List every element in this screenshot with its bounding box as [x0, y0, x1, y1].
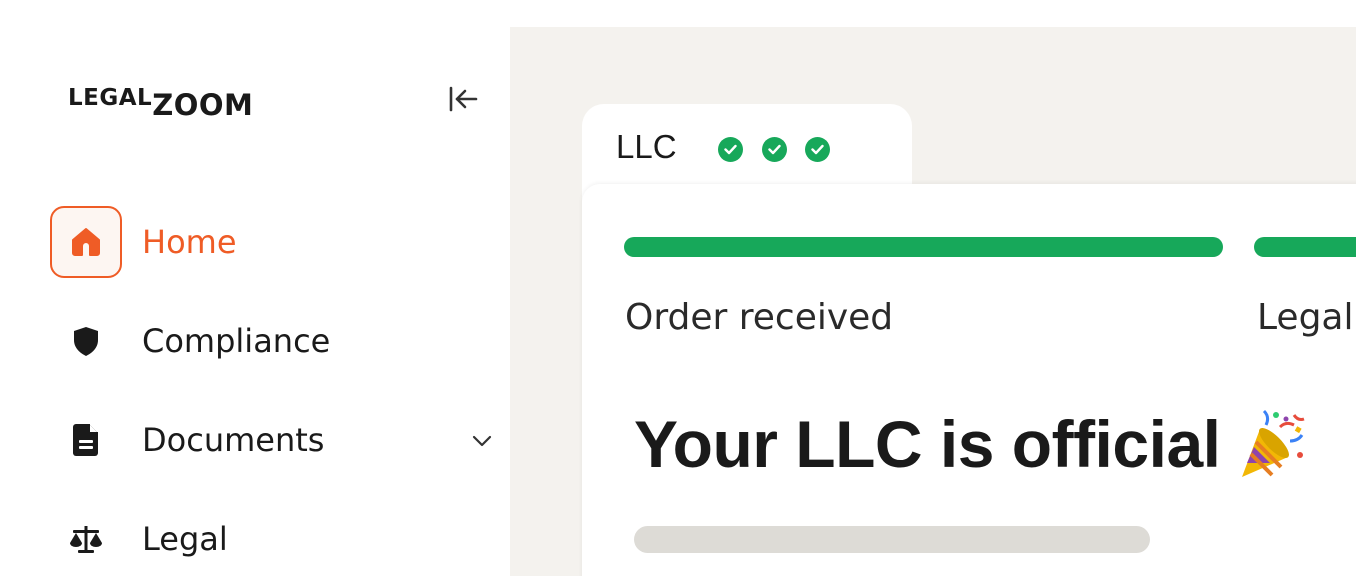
order-tab-label: LLC	[616, 128, 677, 165]
collapse-sidebar-button[interactable]	[444, 82, 482, 116]
page-title: Your LLC is official	[634, 406, 1310, 482]
sidebar-item-legal[interactable]: Legal	[50, 504, 500, 574]
scales-icon-wrap	[50, 503, 122, 575]
document-icon-wrap	[50, 404, 122, 476]
shield-icon-wrap	[50, 305, 122, 377]
sidebar-item-documents[interactable]: Documents	[50, 405, 500, 475]
document-icon	[73, 424, 98, 456]
loading-placeholder	[634, 526, 1150, 553]
sidebar-item-home[interactable]: Home	[50, 206, 500, 278]
party-popper-icon	[1242, 409, 1305, 477]
order-status-card: Order received Legal Your LLC is officia…	[582, 184, 1356, 576]
shield-icon	[74, 327, 98, 356]
check-circle-icon	[718, 137, 743, 162]
home-icon	[72, 228, 100, 256]
collapse-left-icon	[449, 86, 478, 112]
home-icon-wrap	[50, 206, 122, 278]
chevron-down-icon[interactable]	[470, 429, 494, 453]
legalzoom-logo[interactable]: LEGAL ZOOM	[68, 80, 253, 120]
progress-bar-order-received	[624, 237, 1223, 257]
sidebar: LEGAL ZOOM Home Compliance Documents Leg…	[0, 0, 510, 576]
logo-zoom-text: ZOOM	[152, 88, 254, 122]
check-circle-icon	[762, 137, 787, 162]
sidebar-item-label: Documents	[142, 421, 325, 459]
progress-bar-legal	[1254, 237, 1356, 257]
sidebar-item-label: Home	[142, 223, 237, 261]
sidebar-item-compliance[interactable]: Compliance	[50, 306, 500, 376]
scales-icon	[70, 526, 102, 553]
check-circle-icon	[805, 137, 830, 162]
sidebar-item-label: Compliance	[142, 322, 331, 360]
headline-text: Your LLC is official	[634, 407, 1221, 481]
sidebar-item-label: Legal	[142, 520, 228, 558]
logo-legal-text: LEGAL	[68, 85, 153, 111]
step-label-legal: Legal	[1257, 297, 1354, 338]
step-label-order-received: Order received	[625, 297, 894, 338]
